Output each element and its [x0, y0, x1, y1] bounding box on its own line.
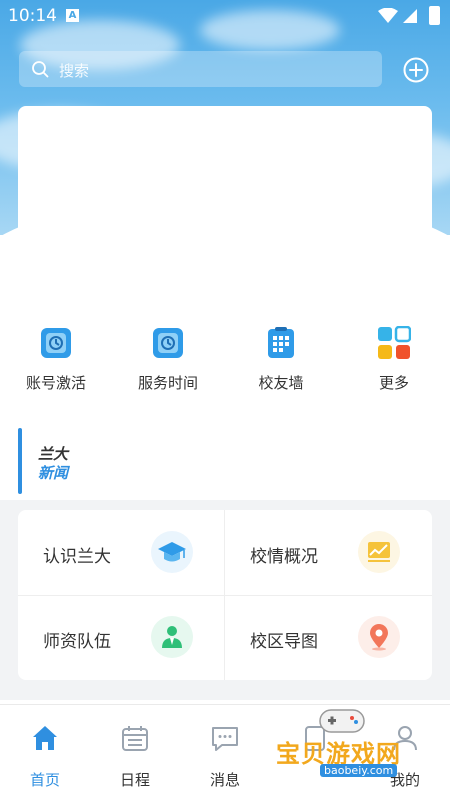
search-bar[interactable]: 搜索	[19, 51, 382, 87]
tab-label: 消息	[209, 771, 240, 789]
news-section-title: 兰大 新闻	[18, 428, 78, 494]
grid-item-label: 认识兰大	[43, 547, 111, 567]
gamepad-icon	[319, 709, 365, 733]
feature-grid: 认识兰大 校情概况 师资队伍 校区导图	[18, 510, 432, 680]
section-accent-bar	[18, 428, 22, 494]
quick-entry-label: 更多	[378, 374, 409, 392]
tab-label: 首页	[29, 771, 60, 789]
news-title-line1: 兰大	[38, 445, 69, 463]
graduation-cap-icon	[151, 531, 193, 573]
grid-item-know-lzu[interactable]: 认识兰大	[18, 510, 225, 595]
quick-entry-more[interactable]: 更多	[338, 322, 450, 393]
account-activate-icon	[41, 328, 71, 358]
message-icon	[212, 727, 238, 751]
search-icon	[32, 61, 49, 78]
quick-entry-alumni-wall[interactable]: 校友墙	[225, 322, 337, 393]
quick-entry-label: 服务时间	[137, 374, 198, 392]
alumni-wall-icon	[268, 327, 294, 358]
service-time-icon	[153, 328, 183, 358]
quick-entries: 账号激活 服务时间 校友墙 更多	[0, 322, 450, 402]
tab-label: 日程	[119, 771, 150, 789]
grid-item-campus-map[interactable]: 校区导图	[225, 595, 432, 680]
home-icon	[33, 726, 57, 750]
add-button[interactable]	[403, 57, 429, 83]
tab-schedule[interactable]: 日程	[100, 723, 170, 790]
grid-item-label: 校情概况	[250, 547, 318, 567]
status-bar: 10:14 A	[0, 0, 450, 32]
banner-card[interactable]	[18, 106, 432, 306]
quick-entry-service-time[interactable]: 服务时间	[112, 322, 224, 393]
chart-board-icon	[358, 531, 400, 573]
grid-item-faculty[interactable]: 师资队伍	[18, 595, 225, 680]
watermark-url: baobeiy.com	[320, 764, 398, 777]
quick-entry-label: 账号激活	[25, 374, 86, 392]
search-input[interactable]: 搜索	[59, 60, 89, 81]
cellular-icon	[403, 9, 417, 23]
notification-badge-icon: A	[66, 9, 79, 22]
wifi-icon	[378, 8, 398, 23]
grid-item-label: 师资队伍	[43, 632, 111, 652]
teacher-icon	[151, 616, 193, 658]
quick-entry-account-activate[interactable]: 账号激活	[0, 322, 112, 393]
tab-home[interactable]: 首页	[10, 723, 80, 790]
grid-item-school-overview[interactable]: 校情概况	[225, 510, 432, 595]
watermark-logo: 宝贝游戏网 baobeiy.com	[272, 704, 422, 784]
grid-item-label: 校区导图	[250, 632, 318, 652]
tab-messages[interactable]: 消息	[190, 723, 260, 790]
battery-icon	[429, 6, 440, 25]
calendar-icon	[122, 726, 148, 751]
map-pin-icon	[358, 616, 400, 658]
more-grid-icon	[378, 326, 411, 359]
grid-divider-horizontal	[18, 595, 432, 596]
status-time: 10:14	[8, 6, 57, 26]
news-title-line2: 新闻	[38, 464, 69, 482]
quick-entry-label: 校友墙	[258, 374, 304, 392]
